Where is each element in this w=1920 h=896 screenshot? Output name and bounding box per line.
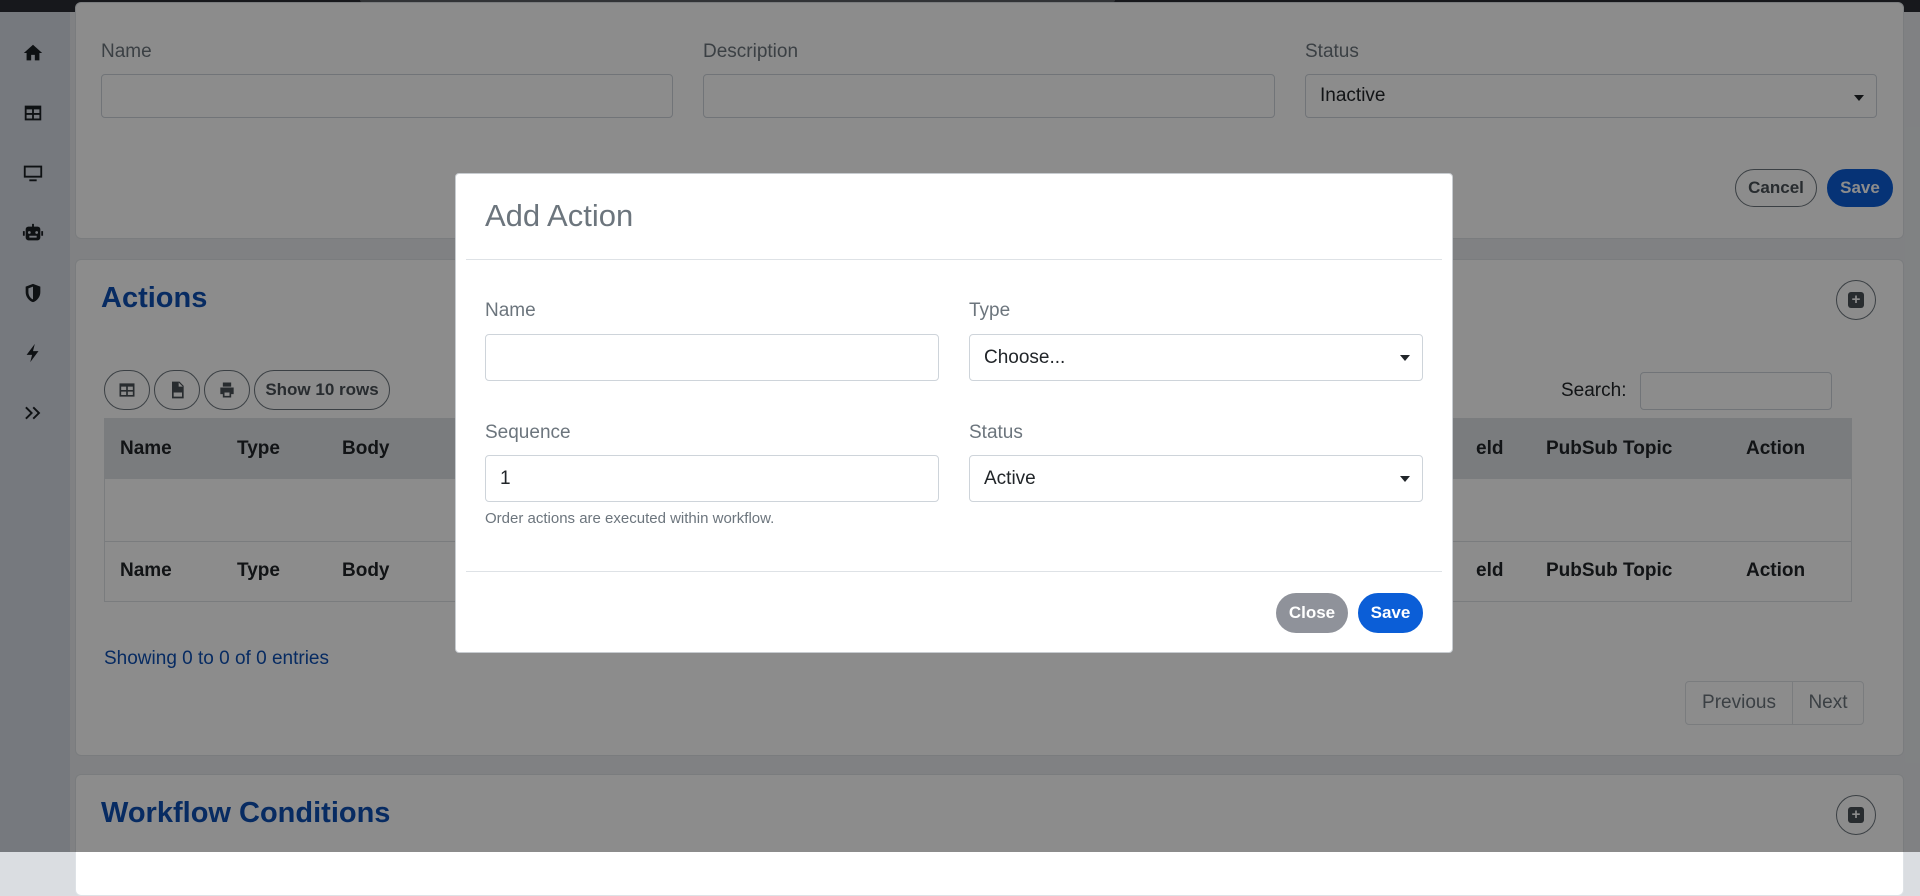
modal-status-select[interactable]: Active	[969, 455, 1423, 502]
modal-close-button[interactable]: Close	[1276, 593, 1348, 633]
modal-status-label: Status	[969, 422, 1023, 443]
modal-type-select-value: Choose...	[984, 346, 1066, 368]
modal-sequence-input[interactable]: 1	[485, 455, 939, 502]
modal-name-input[interactable]	[485, 334, 939, 381]
modal-type-select[interactable]: Choose...	[969, 334, 1423, 381]
modal-status-select-value: Active	[984, 467, 1036, 489]
modal-footer-divider	[466, 571, 1442, 572]
modal-sequence-label: Sequence	[485, 422, 571, 443]
modal-sequence-help: Order actions are executed within workfl…	[485, 510, 775, 527]
modal-type-label: Type	[969, 300, 1011, 321]
add-action-modal: Add Action Name Type Choose... Sequence …	[455, 173, 1453, 653]
modal-save-button[interactable]: Save	[1358, 593, 1423, 633]
modal-header-divider	[466, 259, 1442, 260]
modal-title: Add Action	[485, 198, 634, 233]
modal-name-label: Name	[485, 300, 536, 321]
